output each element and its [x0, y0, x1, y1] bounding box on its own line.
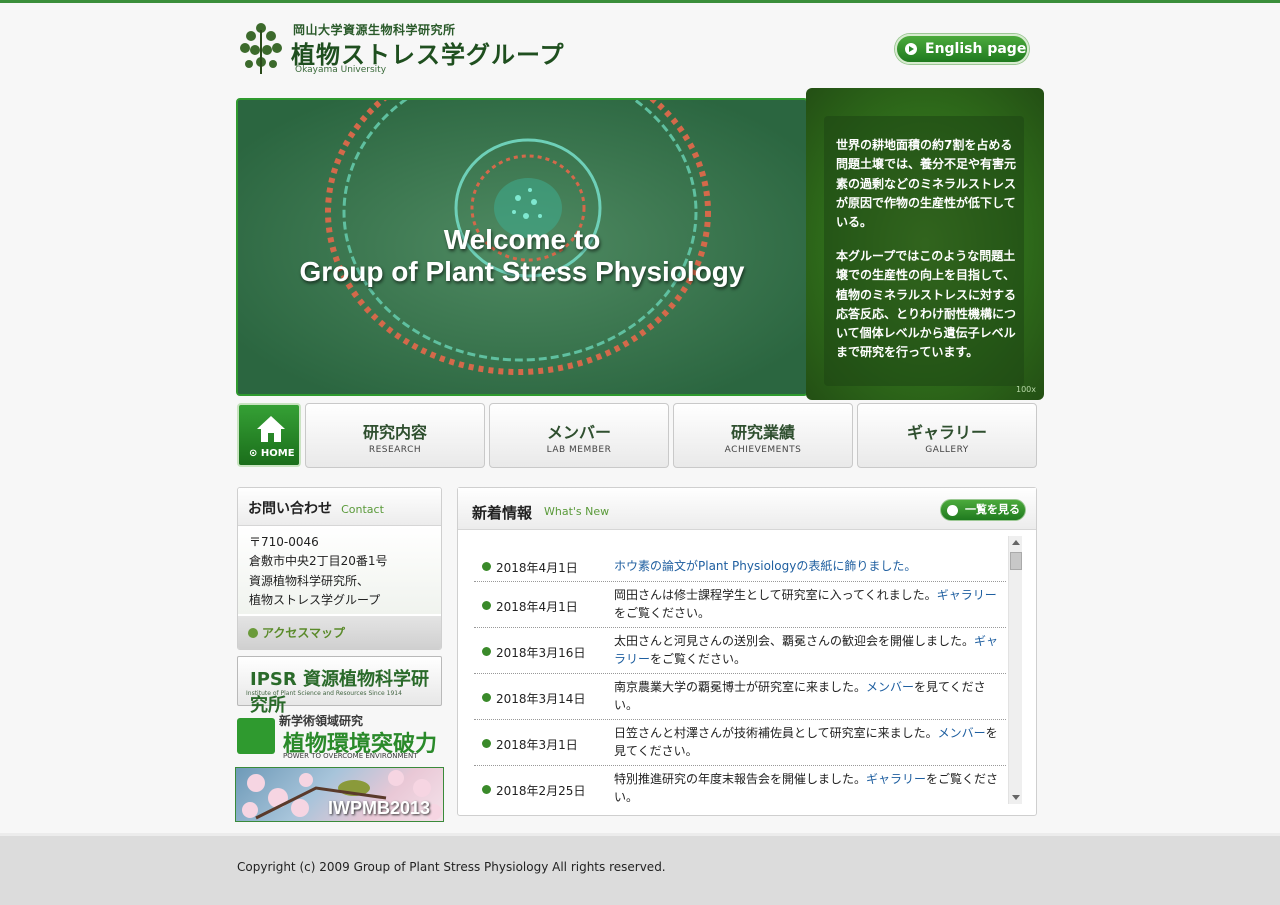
news-text: 日笠さんと村澤さんが技術補佐員として研究室に来ました。メンバーを見てください。	[614, 726, 998, 758]
news-date: 2018年4月1日	[482, 600, 578, 614]
footer: Copyright (c) 2009 Group of Plant Stress…	[0, 833, 1280, 905]
sprout-icon	[237, 718, 275, 754]
arrow-icon	[947, 505, 958, 516]
news-text: 特別推進研究の年度末報告会を開催しました。ギャラリーをご覧ください。	[614, 772, 999, 804]
nav-research-label: 研究内容	[362, 423, 427, 442]
news-date: 2018年3月1日	[482, 738, 578, 752]
news-text: 岡田さんは修士課程学生として研究室に入ってくれました。ギャラリーをご覧ください。	[614, 588, 997, 620]
news-item: 2018年2月25日 特別推進研究の年度末報告会を開催しました。ギャラリーをご覧…	[474, 766, 1006, 812]
view-all-button[interactable]: 一覧を見る	[940, 499, 1026, 521]
hero-banner: Welcome to Group of Plant Stress Physiol…	[236, 88, 1044, 400]
access-map-link[interactable]: アクセスマップ	[238, 616, 441, 649]
nav-gallery-label: ギャラリー	[906, 423, 987, 442]
address-postal: 〒710-0046	[249, 535, 319, 549]
news-link[interactable]: ギャラリー	[866, 772, 926, 786]
news-header: 新着情報 What's New 一覧を見る	[458, 488, 1036, 530]
hero-micrograph: Welcome to Group of Plant Stress Physiol…	[236, 98, 808, 396]
news-date: 2018年3月14日	[481, 692, 586, 706]
top-accent-line	[0, 0, 1280, 3]
nav-research-sublabel: RESEARCH	[368, 445, 422, 455]
home-icon	[257, 416, 285, 442]
intro-text-2: 本グループではこのような問題土壌での生産性の向上を目指して、植物のミネラルストレ…	[836, 249, 1017, 360]
address-street: 倉敷市中央2丁目20番1号	[249, 554, 388, 569]
news-scrollbar[interactable]	[1008, 536, 1022, 804]
grass-panel: 世界の耕地面積の約7割を占める問題土壌では、養分不足や有害元素の過剰などのミネラ…	[806, 88, 1044, 400]
kankyo-banner-bottom: POWER TO OVERCOME ENVIRONMENT	[283, 752, 418, 760]
news-date: 2018年4月1日	[482, 561, 578, 575]
intro-text-1: 世界の耕地面積の約7割を占める問題土壌では、養分不足や有害元素の過剰などのミネラ…	[836, 138, 1017, 230]
address-institute: 資源植物科学研究所、	[249, 573, 370, 588]
news-date: 2018年3月16日	[481, 646, 586, 660]
scroll-thumb[interactable]	[1010, 552, 1022, 570]
english-page-button[interactable]: English page	[895, 34, 1029, 64]
news-item: 2018年3月1日 日笠さんと村澤さんが技術補佐員として研究室に来ました。メンバ…	[474, 720, 1006, 766]
nav-gallery[interactable]: ギャラリー GALLERY	[857, 403, 1037, 468]
news-item: 2018年4月1日 岡田さんは修士課程学生として研究室に入ってくれました。ギャラ…	[474, 582, 1006, 628]
news-text: 太田さんと河見さんの送別会、覇冕さんの歓迎会を開催しました。ギャラリーをご覧くだ…	[614, 634, 999, 666]
news-date: 2018年2月25日	[481, 784, 586, 798]
contact-title: お問い合わせ	[248, 501, 332, 517]
view-all-label: 一覧を見る	[965, 503, 1020, 516]
kankyo-banner[interactable]: 新学術領域研究 植物環境突破力 POWER TO OVERCOME ENVIRO…	[237, 712, 442, 762]
copyright: Copyright (c) 2009 Group of Plant Stress…	[237, 860, 666, 874]
site-logo[interactable]: 岡山大学資源生物科学研究所 植物ストレス学グループ Okayama Univer…	[235, 18, 575, 78]
news-link[interactable]: メンバー	[866, 680, 914, 694]
news-item: 2018年3月16日 太田さんと河見さんの送別会、覇冕さんの歓迎会を開催しました…	[474, 628, 1006, 674]
hero-title-line1: Welcome to	[443, 224, 601, 255]
arrow-icon	[905, 43, 917, 55]
access-map-label: アクセスマップ	[262, 626, 346, 640]
arrow-icon	[248, 628, 258, 638]
magnification-badge: 100x	[1015, 385, 1036, 394]
hero-title-line2: Group of Plant Stress Physiology	[299, 256, 745, 287]
nav-achievements[interactable]: 研究業績 ACHIEVEMENTS	[673, 403, 853, 468]
news-link[interactable]: メンバー	[938, 726, 986, 740]
iwpmb-banner[interactable]: IWPMB2013	[235, 767, 444, 822]
header: 岡山大学資源生物科学研究所 植物ストレス学グループ Okayama Univer…	[235, 18, 1035, 80]
nav-research[interactable]: 研究内容 RESEARCH	[305, 403, 485, 468]
scroll-down-icon[interactable]	[1012, 795, 1020, 800]
ipsr-banner-subtitle: Institute of Plant Science and Resources…	[246, 690, 402, 697]
contact-address: 〒710-0046 倉敷市中央2丁目20番1号 資源植物科学研究所、 植物ストレ…	[238, 526, 441, 614]
english-page-label: English page	[925, 41, 1027, 57]
news-item: 2018年4月1日 ホウ素の論文がPlant Physiologyの表紙に飾りま…	[474, 554, 1006, 582]
nav-home-label: ⊙ HOME	[249, 448, 295, 459]
news-panel: 新着情報 What's New 一覧を見る 2018年4月1日 ホウ素の論文がP…	[457, 487, 1037, 816]
scroll-up-icon[interactable]	[1012, 540, 1020, 545]
ipsr-banner[interactable]: IPSR 資源植物科学研究所 Institute of Plant Scienc…	[237, 656, 442, 716]
contact-header: お問い合わせ Contact	[238, 488, 441, 526]
nav-member-sublabel: LAB MEMBER	[546, 445, 612, 455]
news-link[interactable]: ホウ素の論文がPlant Physiologyの表紙に飾りました。	[614, 559, 916, 573]
logo-university: Okayama University	[295, 65, 387, 75]
nav-member[interactable]: メンバー LAB MEMBER	[489, 403, 669, 468]
nav-home-button[interactable]: ⊙ HOME	[237, 403, 301, 467]
news-list: 2018年4月1日 ホウ素の論文がPlant Physiologyの表紙に飾りま…	[474, 554, 1006, 812]
main-nav: ⊙ HOME 研究内容 RESEARCH メンバー LAB MEMBER 研究業…	[237, 403, 1037, 468]
news-link[interactable]: ギャラリー	[937, 588, 997, 602]
contact-box: お問い合わせ Contact 〒710-0046 倉敷市中央2丁目20番1号 資…	[237, 487, 442, 650]
nav-achievements-label: 研究業績	[730, 423, 795, 442]
news-title: 新着情報	[472, 504, 533, 522]
contact-title-en: Contact	[341, 503, 384, 516]
news-item: 2018年3月14日 南京農業大学の覇冕博士が研究室に来ました。メンバーを見てく…	[474, 674, 1006, 720]
news-title-en: What's New	[544, 505, 610, 518]
iwpmb-banner-label: IWPMB2013	[328, 798, 431, 818]
news-text: 南京農業大学の覇冕博士が研究室に来ました。メンバーを見てください。	[614, 680, 986, 712]
news-text: ホウ素の論文がPlant Physiologyの表紙に飾りました。	[614, 557, 1004, 575]
nav-member-label: メンバー	[546, 423, 611, 442]
plant-logo-icon	[240, 23, 282, 74]
address-group: 植物ストレス学グループ	[249, 592, 381, 607]
nav-gallery-sublabel: GALLERY	[925, 445, 969, 455]
nav-achievements-sublabel: ACHIEVEMENTS	[724, 445, 802, 455]
